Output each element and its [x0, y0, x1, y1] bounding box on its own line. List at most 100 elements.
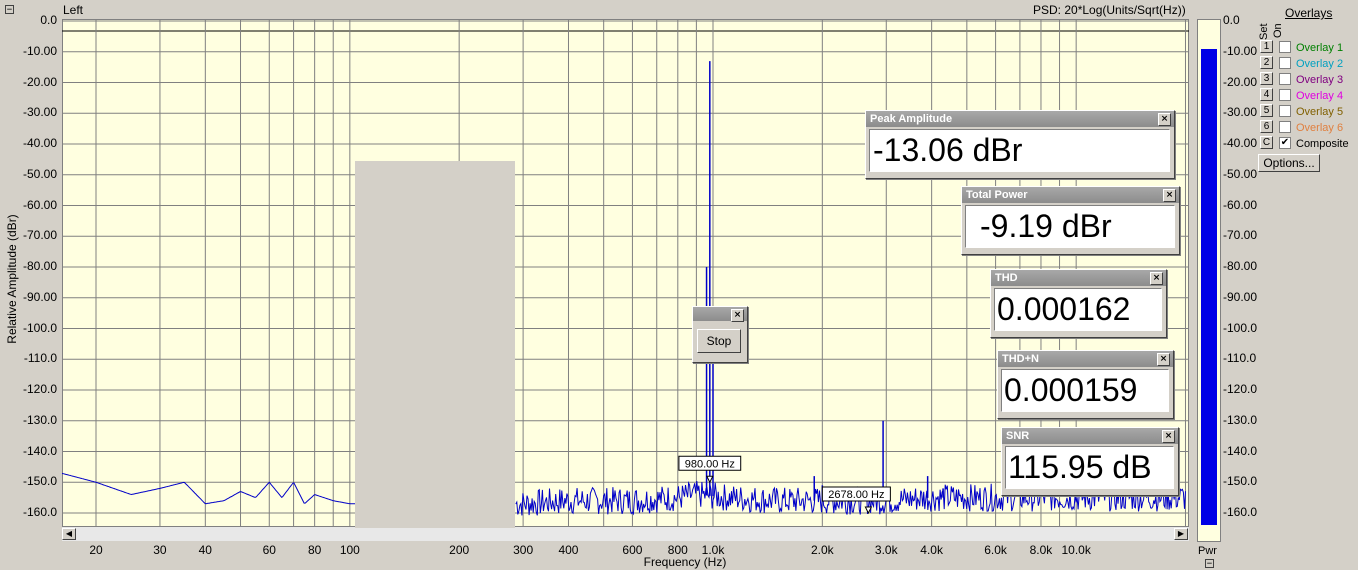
x-tick-label: 100: [339, 543, 360, 557]
power-collapse-button[interactable]: −: [1205, 559, 1214, 569]
x-tick-label: 8.0k: [1029, 543, 1053, 557]
overlay-label: Overlay 1: [1296, 42, 1344, 54]
close-icon[interactable]: ×: [1157, 353, 1170, 366]
y-tick-label: 0.0: [40, 13, 57, 27]
y-tick-label: -30.00: [22, 105, 57, 120]
overlay-checkbox[interactable]: [1279, 121, 1291, 133]
y-tick-label: -110.0: [23, 351, 57, 366]
overlay-label: Overlay 6: [1296, 122, 1344, 134]
power-tick-label: -110.0: [1223, 351, 1257, 366]
thd-n-value: 0.000159: [1001, 369, 1169, 412]
y-tick-label: -70.00: [22, 228, 57, 243]
stop-button[interactable]: Stop: [697, 329, 741, 353]
x-tick-label: 6.0k: [984, 543, 1007, 557]
overlay-set-button[interactable]: 3: [1260, 72, 1273, 85]
total-power-value: -9.19 dBr: [965, 205, 1175, 248]
y-tick-label: -40.00: [22, 136, 57, 150]
y-tick-label: -80.00: [22, 259, 57, 273]
overlay-row: 2 Overlay 2: [1260, 56, 1358, 72]
marker-label: 2678.00 Hz: [828, 489, 884, 501]
snr-title[interactable]: SNR ×: [1002, 428, 1178, 444]
power-tick-label: -100.0: [1223, 320, 1258, 335]
overlay-checkbox[interactable]: [1279, 105, 1291, 117]
power-tick-label: -140.0: [1223, 443, 1258, 458]
snr-value: 115.95 dB: [1005, 446, 1174, 489]
power-tick-label: -80.00: [1223, 259, 1258, 273]
x-tick-label: 300: [513, 543, 534, 557]
total-power-window: Total Power × -9.19 dBr: [961, 186, 1180, 255]
overlay-row: 4 Overlay 4: [1260, 88, 1358, 104]
horizontal-scrollbar[interactable]: [62, 527, 1189, 541]
power-meter-fill: [1201, 49, 1217, 526]
power-tick-label: -120.0: [1223, 382, 1258, 396]
overlay-set-button[interactable]: 5: [1260, 104, 1273, 117]
x-tick-label: 4.0k: [920, 543, 943, 557]
y-tick-label: -20.00: [22, 74, 57, 89]
overlays-title: Overlays: [1285, 6, 1333, 20]
close-icon[interactable]: ×: [1162, 430, 1175, 443]
marker-label: 980.00 Hz: [685, 458, 735, 470]
x-tick-label: 20: [89, 543, 103, 557]
power-tick-label: -160.0: [1223, 505, 1258, 519]
power-tick-label: -60.00: [1223, 197, 1258, 212]
y-tick-label: -10.00: [22, 43, 57, 58]
overlay-set-button[interactable]: 1: [1260, 40, 1273, 53]
peak-amplitude-title[interactable]: Peak Amplitude ×: [866, 111, 1174, 127]
overlay-row: 5 Overlay 5: [1260, 104, 1358, 120]
scroll-right-arrow-icon[interactable]: ▶: [1174, 528, 1188, 540]
channel-label: Left: [63, 3, 84, 17]
snr-window: SNR × 115.95 dB: [1001, 427, 1179, 496]
y-tick-label: -130.0: [22, 412, 57, 427]
overlay-label: Overlay 2: [1296, 58, 1344, 70]
thd-title[interactable]: THD ×: [991, 270, 1166, 286]
close-icon[interactable]: ×: [1163, 189, 1176, 202]
y-tick-label: -60.00: [22, 197, 57, 212]
power-tick-label: -70.00: [1223, 228, 1258, 243]
power-tick-label: -30.00: [1223, 105, 1258, 120]
overlay-row: 6 Overlay 6: [1260, 120, 1358, 136]
overlay-checkbox[interactable]: [1279, 41, 1291, 53]
occluding-panel: [355, 161, 515, 528]
y-axis-label: Relative Amplitude (dBr): [5, 214, 19, 344]
peak-amplitude-value: -13.06 dBr: [869, 129, 1170, 172]
x-tick-label: 60: [262, 543, 276, 557]
overlay-set-button[interactable]: 2: [1260, 56, 1273, 69]
overlay-set-button[interactable]: 4: [1260, 88, 1273, 101]
thd-n-window: THD+N × 0.000159: [997, 350, 1174, 419]
x-tick-label: 200: [449, 543, 470, 557]
power-tick-label: 0.0: [1223, 13, 1240, 27]
on-column-label: On: [1272, 23, 1284, 38]
x-axis-label: Frequency (Hz): [643, 555, 727, 569]
options-button[interactable]: Options...: [1258, 154, 1320, 172]
close-icon[interactable]: ×: [1150, 272, 1163, 285]
power-tick-label: -50.00: [1223, 166, 1258, 181]
close-icon[interactable]: ×: [731, 309, 744, 322]
overlay-set-button[interactable]: C: [1260, 136, 1273, 149]
peak-amplitude-window: Peak Amplitude × -13.06 dBr: [865, 110, 1175, 179]
close-icon[interactable]: ×: [1158, 113, 1171, 126]
overlay-checkbox[interactable]: [1279, 73, 1291, 85]
total-power-title[interactable]: Total Power ×: [962, 187, 1179, 203]
power-tick-label: -130.0: [1223, 412, 1258, 427]
overlay-label: Overlay 4: [1296, 90, 1344, 102]
power-tick-label: -20.00: [1223, 74, 1258, 89]
power-meter-label: Pwr: [1198, 545, 1217, 557]
power-tick-label: -10.00: [1223, 43, 1258, 58]
y-tick-label: -120.0: [22, 382, 57, 396]
overlay-checkbox[interactable]: [1279, 57, 1291, 69]
spectrum-trace-low: [62, 472, 358, 505]
thd-window: THD × 0.000162: [990, 269, 1167, 338]
stop-window: × Stop: [692, 306, 748, 363]
overlay-set-button[interactable]: 6: [1260, 120, 1273, 133]
overlay-checkbox[interactable]: ✔: [1279, 137, 1291, 149]
thd-value: 0.000162: [994, 288, 1162, 331]
scroll-left-arrow-icon[interactable]: ◀: [62, 528, 76, 540]
x-tick-label: 40: [198, 543, 212, 557]
overlay-label: Composite: [1296, 138, 1349, 150]
overlay-checkbox[interactable]: [1279, 89, 1291, 101]
thd-n-title[interactable]: THD+N ×: [998, 351, 1173, 367]
overlay-label: Overlay 3: [1296, 74, 1344, 86]
stop-window-titlebar[interactable]: ×: [693, 307, 747, 322]
power-tick-label: -90.00: [1223, 289, 1258, 304]
overlay-list: 1 Overlay 1 2 Overlay 2 3 Overlay 3 4 Overlay 4…: [1260, 40, 1358, 152]
